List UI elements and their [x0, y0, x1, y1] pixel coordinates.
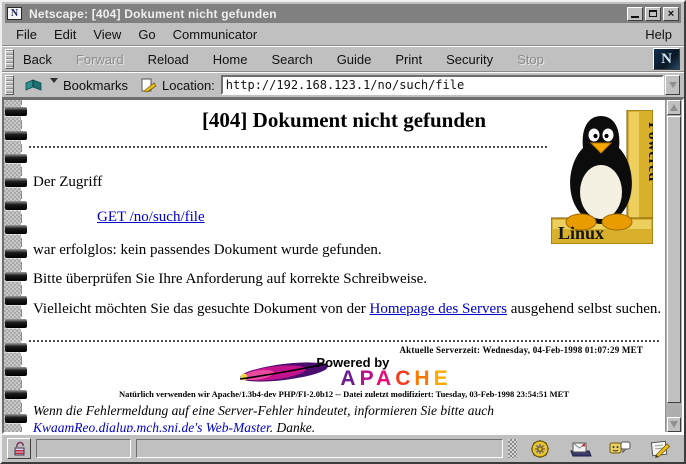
suggest-post: ausgehend selbst suchen.: [507, 301, 661, 317]
mailbox-button[interactable]: [566, 438, 594, 460]
location-dropdown-button[interactable]: [665, 75, 680, 95]
apache-letter: A: [376, 367, 395, 390]
bookmarks-icon: [24, 78, 44, 93]
menu-view[interactable]: View: [93, 27, 121, 42]
bookmarks-caret-icon: [50, 78, 58, 83]
home-button[interactable]: Home: [210, 50, 251, 69]
powered-label: Powered: [645, 122, 653, 181]
close-button[interactable]: ×: [663, 7, 679, 21]
apache-letter: E: [434, 367, 452, 390]
footer-text: Wenn die Fehlermeldung auf eine Server-F…: [33, 403, 665, 434]
menu-go[interactable]: Go: [138, 27, 155, 42]
navigator-wheel-icon: [529, 439, 551, 459]
netscape-throbber-icon[interactable]: N: [653, 48, 680, 70]
progress-panel: [36, 439, 131, 458]
server-info: Natürlich verwenden wir Apache/1.3b4-dev…: [23, 389, 665, 399]
unlocked-padlock-icon: [12, 441, 27, 456]
spiral-binding: [4, 100, 22, 432]
footer-post: . Danke.: [270, 420, 315, 434]
stop-button[interactable]: Stop: [514, 50, 547, 69]
tux-penguin-icon: [566, 116, 632, 230]
back-button[interactable]: Back: [20, 50, 55, 69]
footer-line1: Wenn die Fehlermeldung auf eine Server-F…: [33, 403, 494, 418]
netscape-app-icon: N: [7, 7, 22, 20]
maximize-button[interactable]: [645, 7, 661, 21]
toolbar-grip[interactable]: [5, 49, 14, 69]
taskbar-grip[interactable]: [508, 439, 517, 458]
server-time: Aktuelle Serverzeit: Wednesday, 04-Feb-1…: [23, 345, 643, 355]
homepage-link[interactable]: Homepage des Servers: [370, 301, 507, 317]
minimize-icon: [631, 16, 639, 18]
netscape-window: N Netscape: [404] Dokument nicht gefunde…: [0, 0, 686, 464]
security-button[interactable]: Security: [443, 50, 496, 69]
browser-viewport: [404] Dokument nicht gefunden Der Zugrif…: [2, 98, 684, 434]
menubar: File Edit View Go Communicator Help: [2, 23, 684, 46]
scrollbar-thumb[interactable]: [667, 116, 681, 403]
menu-help[interactable]: Help: [645, 27, 672, 42]
bookmarks-label: Bookmarks: [63, 78, 128, 93]
titlebar[interactable]: N Netscape: [404] Dokument nicht gefunde…: [5, 4, 681, 23]
composer-button[interactable]: [646, 438, 674, 460]
composer-icon: [648, 439, 672, 459]
apache-letter: H: [414, 367, 433, 390]
divider: [29, 340, 659, 342]
window-title: Netscape: [404] Dokument nicht gefunden: [29, 7, 277, 21]
apache-letter: A: [340, 367, 359, 390]
print-button[interactable]: Print: [392, 50, 425, 69]
guide-button[interactable]: Guide: [334, 50, 375, 69]
location-input[interactable]: [221, 75, 664, 95]
request-link[interactable]: GET /no/such/file: [97, 209, 205, 225]
vertical-scrollbar[interactable]: [665, 100, 682, 432]
apache-logo: Powered by APACHE: [23, 356, 665, 388]
document-404: [404] Dokument nicht gefunden Der Zugrif…: [23, 100, 665, 432]
check-text: Bitte überprüfen Sie Ihre Anforderung au…: [33, 270, 665, 289]
location-label: Location:: [162, 78, 215, 93]
scroll-down-button[interactable]: [667, 417, 681, 432]
apache-letter: C: [395, 367, 414, 390]
scroll-up-button[interactable]: [667, 100, 681, 115]
menu-edit[interactable]: Edit: [54, 27, 76, 42]
apache-letter: P: [360, 367, 376, 390]
mailbox-icon: [568, 439, 592, 459]
dropdown-arrow-icon: [669, 82, 677, 88]
discussions-icon: [608, 439, 632, 459]
location-bar-grip[interactable]: [5, 75, 14, 95]
suggest-pre: Vielleicht möchten Sie das gesuchte Doku…: [33, 301, 370, 317]
linux-powered-logo: Linux Powered: [551, 110, 653, 244]
webmaster-link[interactable]: KwaamReo.dialup.mch.sni.de's Web-Master: [33, 420, 270, 434]
discussions-button[interactable]: [606, 438, 634, 460]
component-taskbar: [522, 438, 678, 460]
status-message-panel: [136, 439, 503, 458]
close-icon: ×: [668, 9, 674, 19]
security-lock-button[interactable]: [7, 438, 31, 459]
reload-button[interactable]: Reload: [145, 50, 192, 69]
page-proxy-chip[interactable]: Location:: [132, 77, 221, 94]
linux-label: Linux: [558, 223, 604, 243]
location-page-icon: [140, 78, 157, 93]
apache-wordmark: APACHE: [340, 370, 451, 388]
bookmarks-button[interactable]: Bookmarks: [20, 77, 132, 94]
navigation-toolbar: Back Forward Reload Home Search Guide Pr…: [2, 46, 684, 72]
navigator-button[interactable]: [526, 438, 554, 460]
suggest-text: Vielleicht möchten Sie das gesuchte Doku…: [33, 300, 665, 319]
minimize-button[interactable]: [627, 7, 643, 21]
menu-communicator[interactable]: Communicator: [173, 27, 258, 42]
forward-button[interactable]: Forward: [73, 50, 127, 69]
maximize-icon: [649, 10, 657, 17]
scroll-down-icon: [670, 421, 678, 428]
search-button[interactable]: Search: [268, 50, 315, 69]
statusbar: [2, 434, 684, 462]
location-bar: Bookmarks Location:: [2, 72, 684, 98]
menu-file[interactable]: File: [16, 27, 37, 42]
divider: [29, 146, 547, 148]
scroll-up-icon: [670, 104, 678, 111]
